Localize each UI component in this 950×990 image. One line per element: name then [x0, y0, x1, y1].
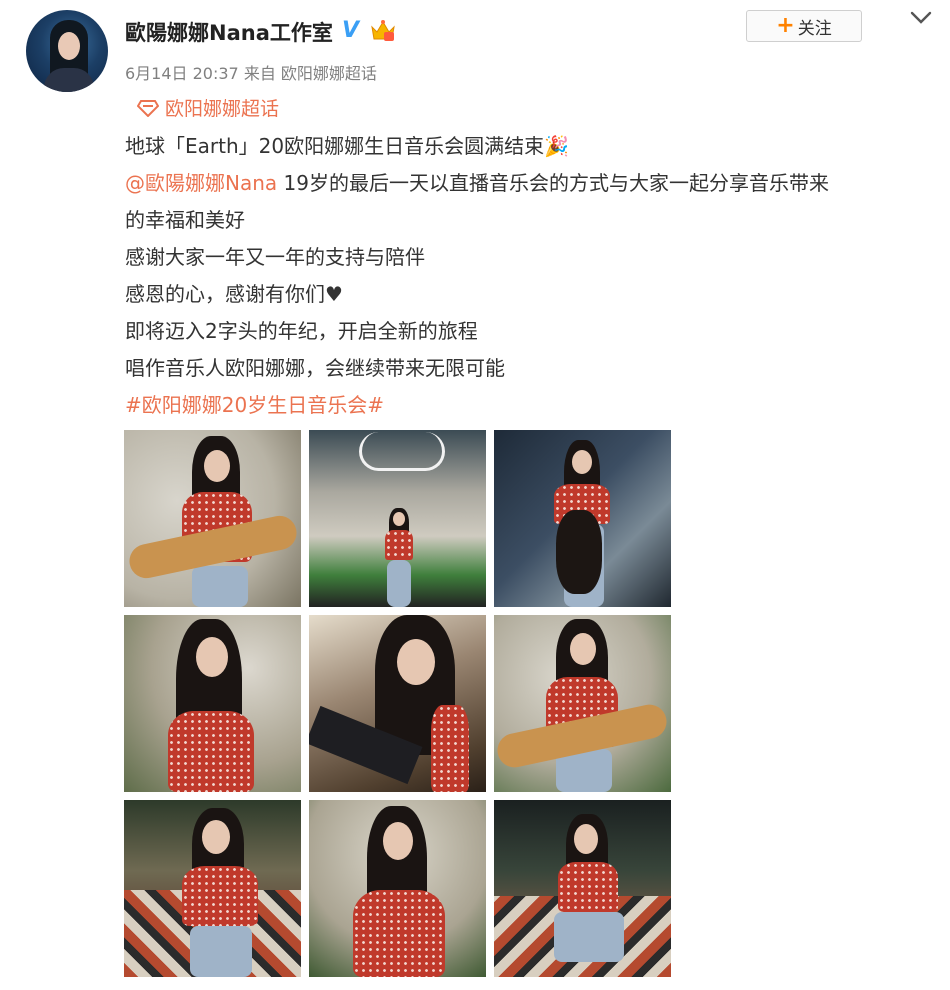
- gallery-photo[interactable]: [124, 800, 301, 977]
- post-line-text: 19岁的最后一天以直播音乐会的方式与大家一起分享音乐带来: [277, 171, 829, 195]
- verified-icon: V: [342, 18, 360, 43]
- singer-figure: [544, 814, 634, 977]
- vip-crown-icon[interactable]: [370, 19, 396, 43]
- post-date[interactable]: 6月14日 20:37: [125, 64, 239, 83]
- avatar-face: [58, 32, 80, 60]
- singer-figure: [528, 619, 638, 792]
- post-content: 地球「Earth」20欧阳娜娜生日音乐会圆满结束🎉 @歐陽娜娜Nana 19岁的…: [125, 128, 925, 424]
- post-meta: 6月14日 20:37 来自 欧阳娜娜超话: [125, 60, 377, 84]
- post-line: 唱作音乐人欧阳娜娜，会继续带来无限可能: [125, 356, 505, 380]
- post-line: 地球「Earth」20欧阳娜娜生日音乐会圆满结束🎉: [125, 134, 569, 158]
- gallery-photo[interactable]: [309, 430, 486, 607]
- post-line: 感恩的心，感谢有你们♥: [125, 282, 343, 306]
- gallery-photo[interactable]: [494, 430, 671, 607]
- chevron-down-icon[interactable]: [909, 8, 933, 28]
- post-source[interactable]: 来自 欧阳娜娜超话: [244, 64, 377, 83]
- super-topic-label: 欧阳娜娜超话: [165, 98, 280, 120]
- singer-figure: [339, 806, 459, 977]
- super-topic-link[interactable]: 欧阳娜娜超话: [137, 94, 279, 121]
- photo-gallery: [124, 430, 671, 977]
- user-name[interactable]: 歐陽娜娜Nana工作室: [125, 17, 333, 47]
- cello-shape: [556, 510, 602, 594]
- hashtag-link[interactable]: #欧阳娜娜20岁生日音乐会#: [125, 393, 384, 417]
- plus-icon: +: [776, 13, 795, 38]
- post-line: 感谢大家一年又一年的支持与陪伴: [125, 245, 425, 269]
- singer-figure: [381, 508, 417, 607]
- post-line: @歐陽娜娜Nana 19岁的最后一天以直播音乐会的方式与大家一起分享音乐带来: [125, 165, 925, 202]
- gallery-photo[interactable]: [494, 615, 671, 792]
- gallery-photo[interactable]: [494, 800, 671, 977]
- gallery-photo[interactable]: [124, 615, 301, 792]
- follow-button[interactable]: + 关注: [746, 10, 862, 42]
- post-line: 即将迈入2字头的年纪，开启全新的旅程: [125, 319, 478, 343]
- diamond-topic-icon: [137, 99, 159, 117]
- singer-figure: [154, 619, 274, 792]
- post-line: #欧阳娜娜20岁生日音乐会#: [125, 387, 925, 424]
- gallery-photo[interactable]: [124, 430, 301, 607]
- avatar-body: [44, 68, 94, 92]
- singer-figure: [172, 808, 268, 977]
- gallery-photo[interactable]: [309, 615, 486, 792]
- avatar[interactable]: [26, 10, 108, 92]
- gallery-photo[interactable]: [309, 800, 486, 977]
- mention-link[interactable]: @歐陽娜娜Nana: [125, 171, 277, 195]
- post-line: 的幸福和美好: [125, 208, 245, 232]
- neon-sign: [359, 432, 445, 471]
- follow-button-label: 关注: [797, 18, 832, 39]
